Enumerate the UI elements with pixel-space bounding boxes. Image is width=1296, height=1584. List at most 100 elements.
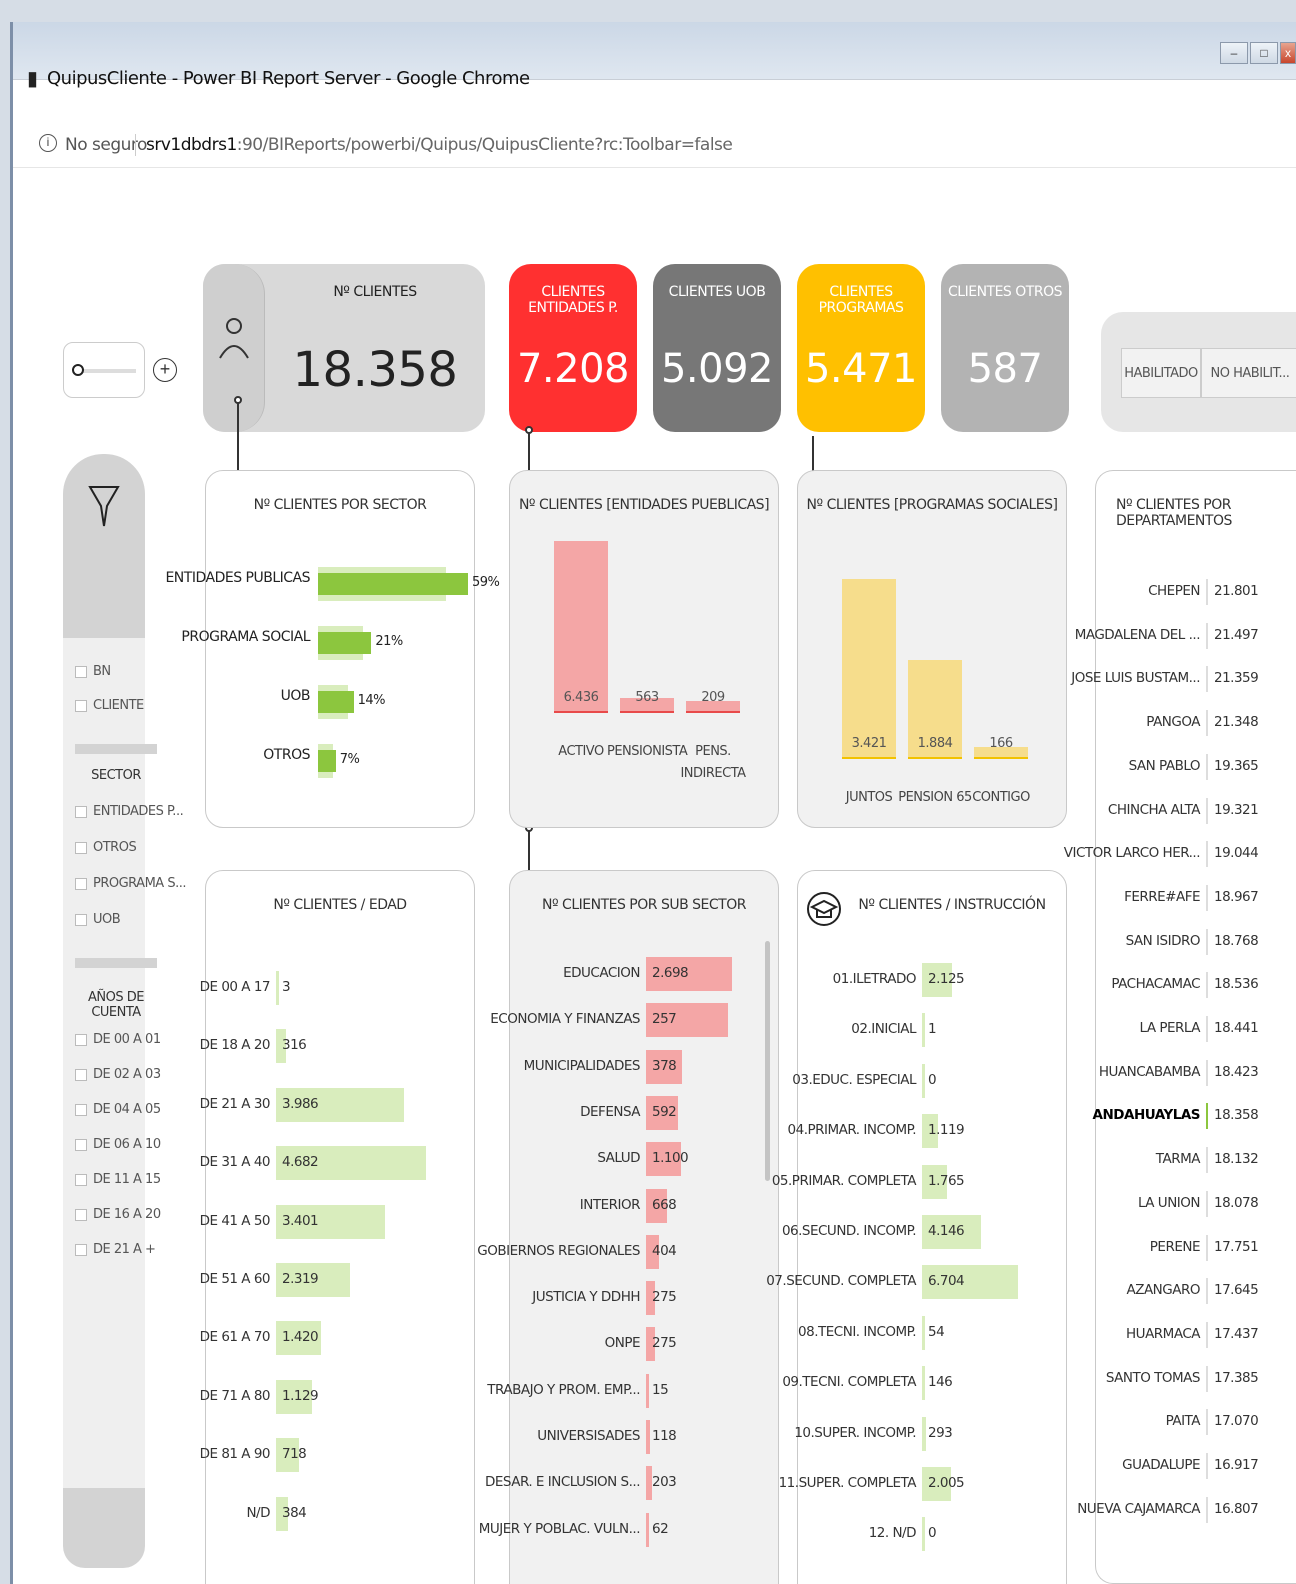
subsector-row[interactable]: SALUD 1.100 bbox=[510, 1142, 772, 1177]
close-button[interactable]: x bbox=[1280, 42, 1296, 64]
sector-bar-row[interactable]: UOB 14% bbox=[281, 685, 468, 719]
checkbox[interactable] bbox=[75, 699, 87, 712]
slicer-option[interactable]: DE 00 A 01 bbox=[75, 1030, 161, 1050]
instruccion-row[interactable]: 07.SECUND. COMPLETA 6.704 bbox=[766, 1265, 1060, 1300]
kpi-uob-card[interactable]: CLIENTES UOB 5.092 bbox=[653, 264, 781, 432]
slicer-option[interactable]: DE 04 A 05 bbox=[75, 1100, 161, 1120]
instruccion-row[interactable]: 12. N/D 0 bbox=[798, 1517, 1060, 1552]
info-icon[interactable]: i bbox=[39, 134, 57, 152]
programas-chart-panel[interactable]: Nº CLIENTES [PROGRAMAS SOCIALES] 3.421 JU… bbox=[797, 470, 1067, 828]
checkbox[interactable] bbox=[75, 1138, 87, 1151]
instruccion-row[interactable]: 05.PRIMAR. COMPLETA 1.765 bbox=[772, 1164, 1060, 1199]
programas-bar[interactable]: 166 bbox=[974, 736, 1028, 759]
edad-row[interactable]: DE 31 A 40 4.682 bbox=[200, 1146, 468, 1181]
entidades-bar[interactable]: 563 bbox=[620, 690, 674, 713]
instruccion-row[interactable]: 06.SECUND. INCOMP. 4.146 bbox=[782, 1215, 1060, 1249]
slicer-option[interactable]: DE 02 A 03 bbox=[75, 1065, 161, 1085]
departamento-row[interactable]: HUARMACA 17.437 bbox=[1096, 1318, 1296, 1352]
departamento-row[interactable]: CHINCHA ALTA 19.321 bbox=[1096, 794, 1296, 828]
departamento-row[interactable]: TARMA 18.132 bbox=[1096, 1143, 1296, 1177]
kpi-total-card[interactable]: Nº CLIENTES 18.358 bbox=[203, 264, 485, 432]
departamento-row[interactable]: PERENE 17.751 bbox=[1096, 1231, 1296, 1265]
subsector-row[interactable]: MUJER Y POBLAC. VULN... 62 bbox=[479, 1512, 772, 1547]
programas-bar[interactable]: 3.421 bbox=[842, 579, 896, 759]
departamento-row[interactable]: PACHACAMAC 18.536 bbox=[1096, 968, 1296, 1002]
departamento-row[interactable]: LA PERLA 18.441 bbox=[1096, 1012, 1296, 1046]
instruccion-row[interactable]: 10.SUPER. INCOMP. 293 bbox=[794, 1416, 1060, 1451]
subsector-row[interactable]: DEFENSA 592 bbox=[510, 1095, 772, 1130]
habilitado-button[interactable]: HABILITADO bbox=[1121, 348, 1201, 398]
filter-icon[interactable] bbox=[87, 484, 121, 528]
departamento-row[interactable]: CHEPEN 21.801 bbox=[1096, 575, 1296, 609]
departamento-row[interactable]: GUADALUPE 16.917 bbox=[1096, 1449, 1296, 1483]
zoom-slider[interactable] bbox=[63, 342, 145, 398]
slicer-option[interactable]: UOB bbox=[75, 910, 121, 930]
edad-row[interactable]: DE 18 A 20 316 bbox=[200, 1029, 468, 1064]
subsector-row[interactable]: INTERIOR 668 bbox=[510, 1188, 772, 1223]
subsector-row[interactable]: EDUCACION 2.698 bbox=[510, 957, 772, 991]
subsector-chart-panel[interactable]: Nº CLIENTES POR SUB SECTOR EDUCACION 2.69… bbox=[477, 870, 779, 1584]
instruccion-row[interactable]: 11.SUPER. COMPLETA 2.005 bbox=[779, 1467, 1060, 1501]
edad-row[interactable]: DE 41 A 50 3.401 bbox=[200, 1204, 468, 1239]
departamento-row[interactable]: SAN ISIDRO 18.768 bbox=[1096, 925, 1296, 959]
checkbox[interactable] bbox=[75, 805, 87, 818]
slider-handle[interactable] bbox=[72, 364, 84, 376]
kpi-otros-card[interactable]: CLIENTES OTROS 587 bbox=[941, 264, 1069, 432]
maximize-button[interactable]: □ bbox=[1250, 42, 1278, 64]
departamento-row[interactable]: SAN PABLO 19.365 bbox=[1096, 750, 1296, 784]
programas-bar[interactable]: 1.884 bbox=[908, 659, 962, 759]
checkbox[interactable] bbox=[75, 913, 87, 926]
minimize-button[interactable]: – bbox=[1220, 42, 1248, 64]
subsector-row[interactable]: GOBIERNOS REGIONALES 404 bbox=[477, 1234, 772, 1269]
edad-row[interactable]: N/D 384 bbox=[206, 1496, 468, 1531]
entidades-bar[interactable]: 209 bbox=[686, 690, 740, 713]
instruccion-row[interactable]: 03.EDUC. ESPECIAL 0 bbox=[792, 1063, 1060, 1098]
no-habilitado-button[interactable]: NO HABILIT... bbox=[1201, 348, 1296, 398]
checkbox[interactable] bbox=[75, 877, 87, 890]
slicer-option[interactable]: PROGRAMA S... bbox=[75, 874, 186, 894]
subsector-row[interactable]: TRABAJO Y PROM. EMP... 15 bbox=[487, 1373, 772, 1408]
instruccion-row[interactable]: 04.PRIMAR. INCOMP. 1.119 bbox=[788, 1114, 1060, 1149]
sector-bar-row[interactable]: PROGRAMA SOCIAL 21% bbox=[181, 626, 468, 660]
departamento-row[interactable]: PANGOA 21.348 bbox=[1096, 706, 1296, 740]
slicer-option[interactable]: DE 06 A 10 bbox=[75, 1135, 161, 1155]
departamento-row[interactable]: FERRE#AFE 18.967 bbox=[1096, 881, 1296, 915]
checkbox[interactable] bbox=[75, 1103, 87, 1116]
entidades-chart-panel[interactable]: Nº CLIENTES [ENTIDADES PUEBLICAS] 6.436 A… bbox=[509, 470, 779, 828]
departamento-row[interactable]: LA UNION 18.078 bbox=[1096, 1187, 1296, 1221]
edad-row[interactable]: DE 71 A 80 1.129 bbox=[200, 1379, 468, 1414]
instruccion-row[interactable]: 02.INICIAL 1 bbox=[798, 1013, 1060, 1048]
slicer-option[interactable]: OTROS bbox=[75, 838, 137, 858]
departamento-row[interactable]: HUANCABAMBA 18.423 bbox=[1096, 1056, 1296, 1090]
zoom-in-icon[interactable]: + bbox=[153, 358, 177, 382]
departamento-row[interactable]: ANDAHUAYLAS 18.358 bbox=[1093, 1099, 1296, 1133]
subsector-row[interactable]: ECONOMIA Y FINANZAS 257 bbox=[490, 1003, 772, 1038]
sector-bar-row[interactable]: OTROS 7% bbox=[263, 744, 468, 778]
slicer-option[interactable]: DE 21 A + bbox=[75, 1240, 156, 1260]
departamentos-panel[interactable]: Nº CLIENTES POR DEPARTAMENTOS CHEPEN 21.8… bbox=[1064, 470, 1296, 1584]
sector-chart-panel[interactable]: Nº CLIENTES POR SECTOR ENTIDADES PUBLICA… bbox=[165, 470, 500, 828]
slicer-option[interactable]: ENTIDADES P... bbox=[75, 802, 184, 822]
checkbox[interactable] bbox=[75, 1243, 87, 1256]
departamento-row[interactable]: NUEVA CAJAMARCA 16.807 bbox=[1077, 1493, 1296, 1527]
checkbox[interactable] bbox=[75, 665, 87, 678]
checkbox[interactable] bbox=[75, 841, 87, 854]
edad-row[interactable]: DE 81 A 90 718 bbox=[200, 1438, 468, 1473]
slicer-option[interactable]: CLIENTE bbox=[75, 696, 144, 716]
slicer-option[interactable]: BN bbox=[75, 662, 111, 682]
kpi-entidades-card[interactable]: CLIENTES ENTIDADES P. 7.208 bbox=[509, 264, 637, 432]
instruccion-row[interactable]: 09.TECNI. COMPLETA 146 bbox=[782, 1366, 1060, 1401]
departamento-row[interactable]: SANTO TOMAS 17.385 bbox=[1096, 1362, 1296, 1396]
slicer-option[interactable]: DE 16 A 20 bbox=[75, 1205, 161, 1225]
instruccion-chart-panel[interactable]: Nº CLIENTES / INSTRUCCIÓN 01.ILETRADO 2.1… bbox=[766, 870, 1067, 1584]
edad-row[interactable]: DE 00 A 17 3 bbox=[200, 971, 468, 1005]
departamento-row[interactable]: AZANGARO 17.645 bbox=[1096, 1274, 1296, 1308]
slicer-option[interactable]: DE 11 A 15 bbox=[75, 1170, 161, 1190]
address-bar[interactable]: i No seguro srv1dbdrs1:90/BIReports/powe… bbox=[13, 122, 1296, 168]
departamento-row[interactable]: PAITA 17.070 bbox=[1096, 1405, 1296, 1439]
edad-row[interactable]: DE 61 A 70 1.420 bbox=[200, 1321, 468, 1356]
departamento-row[interactable]: JOSE LUIS BUSTAM... 21.359 bbox=[1071, 662, 1296, 696]
subsector-row[interactable]: DESAR. E INCLUSION S... 203 bbox=[485, 1466, 772, 1501]
edad-chart-panel[interactable]: Nº CLIENTES / EDAD DE 00 A 17 3 DE 18 A 20… bbox=[200, 870, 475, 1584]
checkbox[interactable] bbox=[75, 1173, 87, 1186]
